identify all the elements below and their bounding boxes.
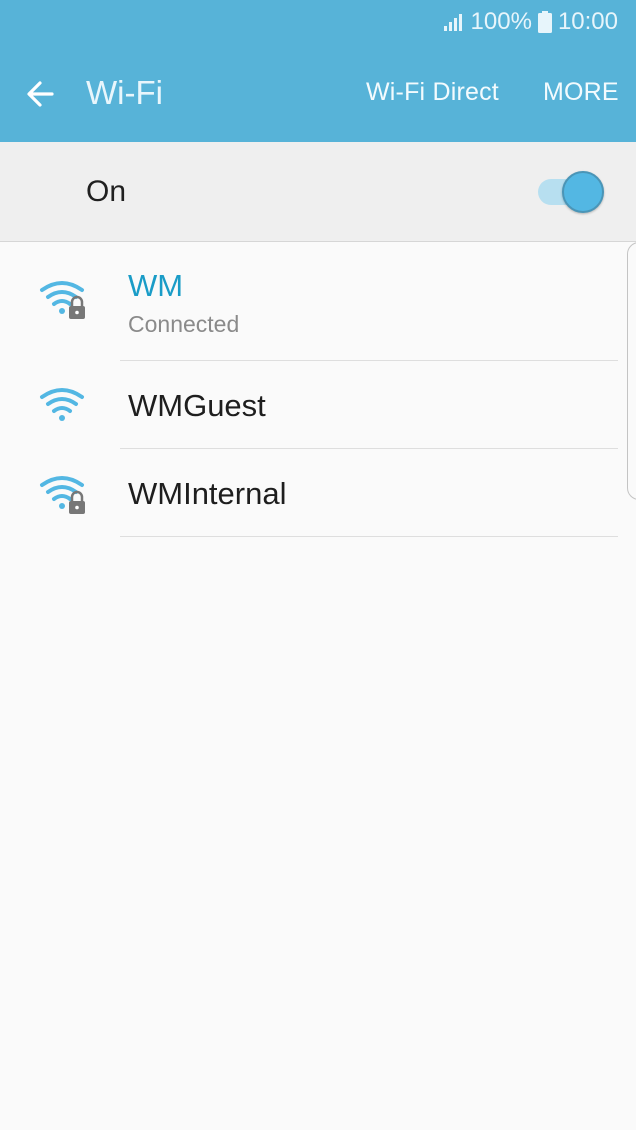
wifi-toggle[interactable] — [536, 170, 606, 214]
network-item[interactable]: WMGuest — [0, 361, 636, 449]
network-name: WMGuest — [128, 388, 266, 423]
divider — [120, 536, 618, 537]
signal-icon — [443, 12, 465, 32]
wifi-secured-icon — [40, 476, 85, 514]
network-name: WMInternal — [128, 476, 287, 511]
page-title: Wi-Fi — [86, 74, 163, 111]
master-switch-label: On — [86, 175, 127, 208]
network-name: WM — [128, 268, 184, 303]
clock: 10:00 — [557, 8, 618, 35]
edge-panel-handle[interactable] — [627, 242, 636, 500]
toolbar: Wi-Fi Wi-Fi Direct MORE — [0, 60, 636, 126]
app-bar: 100% 10:00 Wi-Fi Wi-Fi Direct MORE — [0, 0, 636, 142]
toggle-thumb — [562, 171, 604, 213]
network-status: Connected — [128, 311, 240, 337]
wifi-secured-icon — [40, 281, 85, 319]
arrow-left-icon — [27, 81, 54, 107]
battery-icon — [537, 11, 552, 33]
more-button[interactable]: MORE — [543, 78, 619, 107]
status-bar: 100% 10:00 — [443, 6, 618, 38]
network-item[interactable]: WM Connected — [0, 243, 636, 361]
back-button[interactable] — [22, 74, 62, 114]
battery-percent: 100% — [470, 8, 532, 35]
wifi-direct-button[interactable]: Wi-Fi Direct — [366, 78, 499, 107]
wifi-master-switch-row[interactable]: On — [0, 142, 636, 242]
network-item[interactable]: WMInternal — [0, 449, 636, 537]
wifi-icon — [40, 388, 84, 421]
